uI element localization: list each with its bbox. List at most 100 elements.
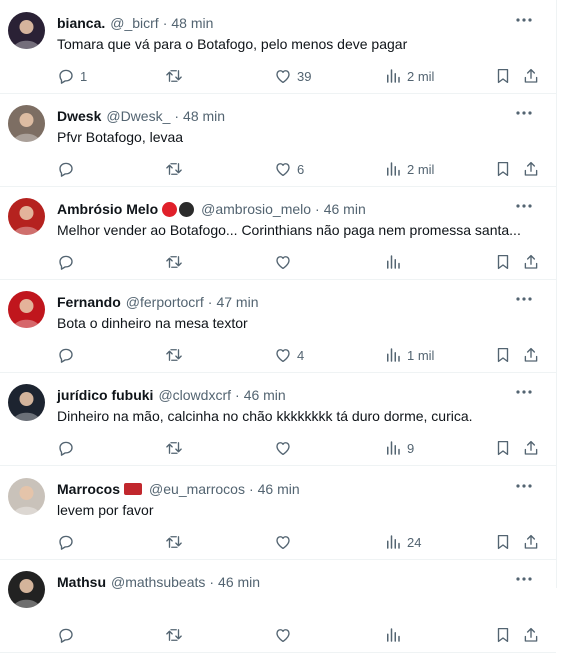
separator-dot: · bbox=[315, 201, 320, 217]
separator-dot: · bbox=[162, 15, 168, 31]
more-options-icon[interactable] bbox=[514, 478, 534, 494]
retweet-button[interactable] bbox=[164, 532, 189, 552]
share-button[interactable] bbox=[522, 66, 540, 86]
views-button[interactable] bbox=[384, 625, 407, 645]
tweet-actions: 9 bbox=[57, 438, 541, 458]
like-button[interactable] bbox=[274, 625, 297, 645]
more-options-icon[interactable] bbox=[514, 105, 534, 121]
bookmark-icon bbox=[497, 534, 509, 550]
views-button[interactable]: 2 mil bbox=[384, 159, 434, 179]
bookmark-button[interactable] bbox=[494, 66, 512, 86]
more-options-icon[interactable] bbox=[514, 571, 534, 587]
username[interactable]: @_bicrf bbox=[110, 15, 158, 31]
reply-button[interactable] bbox=[57, 159, 80, 179]
retweet-button[interactable] bbox=[164, 345, 189, 365]
timestamp[interactable]: 48 min bbox=[183, 108, 225, 124]
username[interactable]: @clowdxcrf bbox=[158, 387, 231, 403]
display-name[interactable]: bianca. bbox=[57, 15, 105, 31]
tweet-text: levem por favor bbox=[57, 502, 154, 518]
display-name[interactable]: Dwesk bbox=[57, 108, 101, 124]
like-count: 4 bbox=[297, 347, 305, 363]
retweet-button[interactable] bbox=[164, 625, 189, 645]
more-options-icon[interactable] bbox=[514, 291, 534, 307]
avatar[interactable] bbox=[8, 384, 45, 421]
views-button[interactable]: 9 bbox=[384, 438, 414, 458]
reply-count: 1 bbox=[80, 68, 88, 84]
display-name[interactable]: Ambrósio Melo bbox=[57, 201, 158, 217]
reply-button[interactable] bbox=[57, 438, 80, 458]
tweet[interactable]: Ambrósio Melo @ambrosio_melo · 46 min Me… bbox=[0, 186, 556, 280]
retweet-button[interactable] bbox=[164, 159, 189, 179]
bookmark-button[interactable] bbox=[494, 159, 512, 179]
like-button[interactable] bbox=[274, 438, 297, 458]
like-button[interactable]: 6 bbox=[274, 159, 304, 179]
display-name[interactable]: jurídico fubuki bbox=[57, 387, 153, 403]
reply-button[interactable]: 1 bbox=[57, 66, 87, 86]
tweet-header: Mathsu @mathsubeats · 46 min bbox=[57, 572, 260, 592]
avatar[interactable] bbox=[8, 105, 45, 142]
avatar[interactable] bbox=[8, 478, 45, 515]
username[interactable]: @Dwesk_ bbox=[106, 108, 170, 124]
tweet[interactable]: Mathsu @mathsubeats · 46 min bbox=[0, 559, 556, 653]
timestamp[interactable]: 46 min bbox=[324, 201, 366, 217]
more-options-icon[interactable] bbox=[514, 12, 534, 28]
bookmark-button[interactable] bbox=[494, 345, 512, 365]
username[interactable]: @eu_marrocos bbox=[149, 481, 245, 497]
avatar[interactable] bbox=[8, 12, 45, 49]
like-button[interactable] bbox=[274, 532, 297, 552]
view-count: 24 bbox=[407, 534, 422, 550]
tweet-actions bbox=[57, 625, 541, 645]
share-icon bbox=[524, 161, 538, 176]
timestamp[interactable]: 48 min bbox=[171, 15, 213, 31]
username[interactable]: @ambrosio_melo bbox=[201, 201, 311, 217]
more-options-icon[interactable] bbox=[514, 384, 534, 400]
share-button[interactable] bbox=[522, 252, 540, 272]
reply-button[interactable] bbox=[57, 532, 80, 552]
separator-dot: · bbox=[174, 108, 180, 124]
views-button[interactable] bbox=[384, 252, 407, 272]
like-button[interactable]: 39 bbox=[274, 66, 311, 86]
views-button[interactable]: 24 bbox=[384, 532, 421, 552]
name-badges bbox=[162, 201, 196, 217]
heart-icon bbox=[276, 536, 290, 550]
display-name[interactable]: Marrocos bbox=[57, 481, 120, 497]
bookmark-button[interactable] bbox=[494, 532, 512, 552]
bookmark-icon bbox=[497, 68, 509, 84]
tweet[interactable]: Marrocos @eu_marrocos · 46 min levem por… bbox=[0, 466, 556, 560]
avatar[interactable] bbox=[8, 291, 45, 328]
like-button[interactable]: 4 bbox=[274, 345, 304, 365]
share-button[interactable] bbox=[522, 532, 540, 552]
share-button[interactable] bbox=[522, 159, 540, 179]
views-button[interactable]: 1 mil bbox=[384, 345, 434, 365]
timestamp[interactable]: 46 min bbox=[244, 387, 286, 403]
tweet[interactable]: bianca. @_bicrf · 48 min Tomara que vá p… bbox=[0, 0, 556, 94]
heart-icon bbox=[276, 442, 290, 456]
reply-button[interactable] bbox=[57, 252, 80, 272]
tweet[interactable]: Dwesk @Dwesk_ · 48 min Pfvr Botafogo, le… bbox=[0, 93, 556, 187]
reply-button[interactable] bbox=[57, 625, 80, 645]
avatar[interactable] bbox=[8, 198, 45, 235]
username[interactable]: @ferportocrf bbox=[126, 294, 204, 310]
retweet-button[interactable] bbox=[164, 438, 189, 458]
share-button[interactable] bbox=[522, 345, 540, 365]
timestamp[interactable]: 46 min bbox=[258, 481, 300, 497]
timestamp[interactable]: 47 min bbox=[216, 294, 258, 310]
retweet-button[interactable] bbox=[164, 252, 189, 272]
share-button[interactable] bbox=[522, 625, 540, 645]
tweet[interactable]: jurídico fubuki @clowdxcrf · 46 min Dinh… bbox=[0, 372, 556, 466]
bookmark-button[interactable] bbox=[494, 625, 512, 645]
share-button[interactable] bbox=[522, 438, 540, 458]
retweet-button[interactable] bbox=[164, 66, 189, 86]
reply-button[interactable] bbox=[57, 345, 80, 365]
name-badges bbox=[124, 483, 144, 495]
retweet-icon bbox=[166, 256, 182, 268]
bookmark-button[interactable] bbox=[494, 252, 512, 272]
avatar[interactable] bbox=[8, 571, 45, 608]
heart-icon bbox=[276, 256, 290, 270]
display-name[interactable]: Fernando bbox=[57, 294, 121, 310]
tweet[interactable]: Fernando @ferportocrf · 47 min Bota o di… bbox=[0, 279, 556, 373]
bookmark-button[interactable] bbox=[494, 438, 512, 458]
more-options-icon[interactable] bbox=[514, 198, 534, 214]
like-button[interactable] bbox=[274, 252, 297, 272]
views-button[interactable]: 2 mil bbox=[384, 66, 434, 86]
